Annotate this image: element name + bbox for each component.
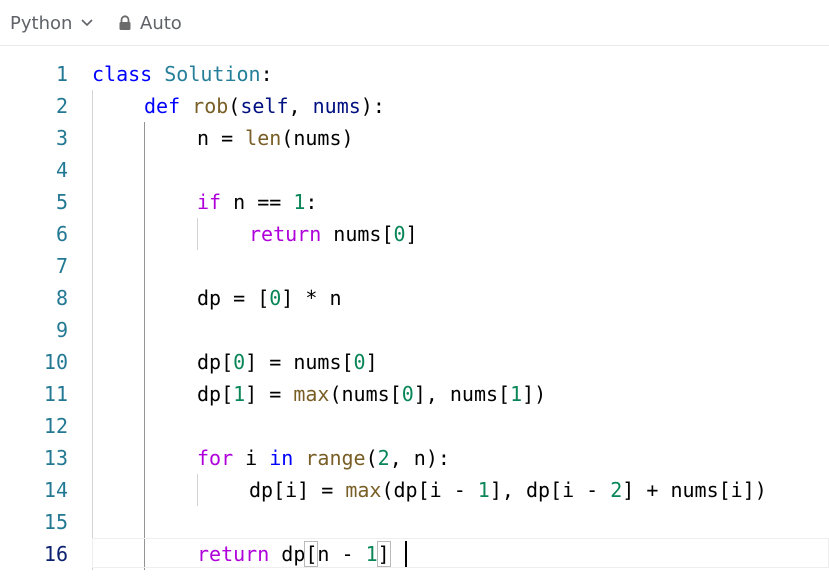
code-line: 4 bbox=[0, 154, 829, 186]
code-line: 13 for i in range(2, n): bbox=[0, 442, 829, 474]
line-number: 12 bbox=[43, 414, 68, 438]
line-number: 5 bbox=[55, 190, 68, 214]
code-line: 10 dp[0] = nums[0] bbox=[0, 346, 829, 378]
mode-toggle[interactable]: Auto bbox=[118, 11, 182, 35]
code-line: 14 dp[i] = max(dp[i - 1], dp[i - 2] + nu… bbox=[0, 474, 829, 506]
line-number: 4 bbox=[55, 158, 68, 182]
language-select[interactable]: Python bbox=[10, 11, 94, 35]
bracket-match: [ bbox=[304, 541, 319, 567]
editor-toolbar: Python Auto bbox=[0, 0, 829, 46]
code-line: 11 dp[1] = max(nums[0], nums[1]) bbox=[0, 378, 829, 410]
line-number: 9 bbox=[55, 318, 68, 342]
line-number: 7 bbox=[55, 254, 68, 278]
code-line: 12 bbox=[0, 410, 829, 442]
code-text: return dp[n - 1] bbox=[197, 541, 391, 567]
language-label: Python bbox=[10, 12, 73, 34]
code-line: 6 return nums[0] bbox=[0, 218, 829, 250]
bracket-match: ] bbox=[376, 541, 391, 567]
code-text: class Solution: bbox=[92, 62, 273, 86]
code-text: dp[0] = nums[0] bbox=[197, 350, 378, 374]
code-text: def rob(self, nums): bbox=[144, 94, 385, 118]
code-text: for i in range(2, n): bbox=[197, 446, 450, 470]
line-number: 10 bbox=[43, 350, 68, 374]
line-number: 2 bbox=[55, 94, 68, 118]
code-line: 15 bbox=[0, 506, 829, 538]
code-text: return nums[0] bbox=[249, 222, 418, 246]
line-number: 14 bbox=[43, 478, 68, 502]
code-editor[interactable]: 1 class Solution: 2 def rob(self, nums):… bbox=[0, 58, 829, 578]
code-line: 1 class Solution: bbox=[0, 58, 829, 90]
code-line: 3 n = len(nums) bbox=[0, 122, 829, 154]
code-line: 5 if n == 1: bbox=[0, 186, 829, 218]
code-text: dp[1] = max(nums[0], nums[1]) bbox=[197, 382, 547, 406]
line-number: 1 bbox=[55, 62, 68, 86]
code-text: n = len(nums) bbox=[197, 126, 354, 150]
lock-icon bbox=[119, 15, 131, 30]
line-number: 16 bbox=[43, 542, 68, 566]
code-text: dp[i] = max(dp[i - 1], dp[i - 2] + nums[… bbox=[249, 478, 767, 502]
text-cursor bbox=[405, 541, 407, 567]
line-number: 13 bbox=[43, 446, 68, 470]
line-number: 8 bbox=[55, 286, 68, 310]
line-number: 3 bbox=[55, 126, 68, 150]
line-number: 6 bbox=[55, 222, 68, 246]
code-text: if n == 1: bbox=[197, 190, 318, 214]
code-line: 2 def rob(self, nums): bbox=[0, 90, 829, 122]
code-line: 8 dp = [0] * n bbox=[0, 282, 829, 314]
line-number: 11 bbox=[43, 382, 68, 406]
code-line-current: 16 return dp[n - 1] bbox=[0, 538, 829, 570]
code-text: dp = [0] * n bbox=[197, 286, 342, 310]
code-line: 9 bbox=[0, 314, 829, 346]
line-number: 15 bbox=[43, 510, 68, 534]
code-line: 7 bbox=[0, 250, 829, 282]
chevron-down-icon bbox=[81, 19, 93, 27]
mode-label: Auto bbox=[140, 12, 182, 34]
